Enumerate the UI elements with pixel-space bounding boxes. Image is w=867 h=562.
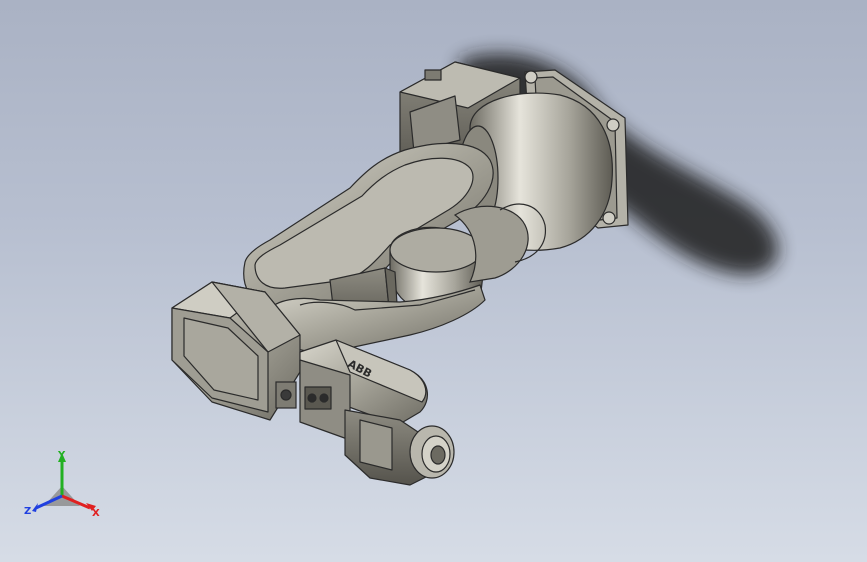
graphics-viewport[interactable]: ABB Y X Z (0, 0, 867, 562)
y-axis-label: Y (57, 450, 66, 461)
tool-flange (344, 409, 455, 486)
z-axis-label: Z (24, 506, 31, 517)
connector-plug (275, 381, 297, 409)
axis-triad: Y X Z (24, 450, 100, 519)
x-axis-label: X (92, 508, 100, 519)
robot-arm-model[interactable]: ABB (0, 0, 867, 562)
